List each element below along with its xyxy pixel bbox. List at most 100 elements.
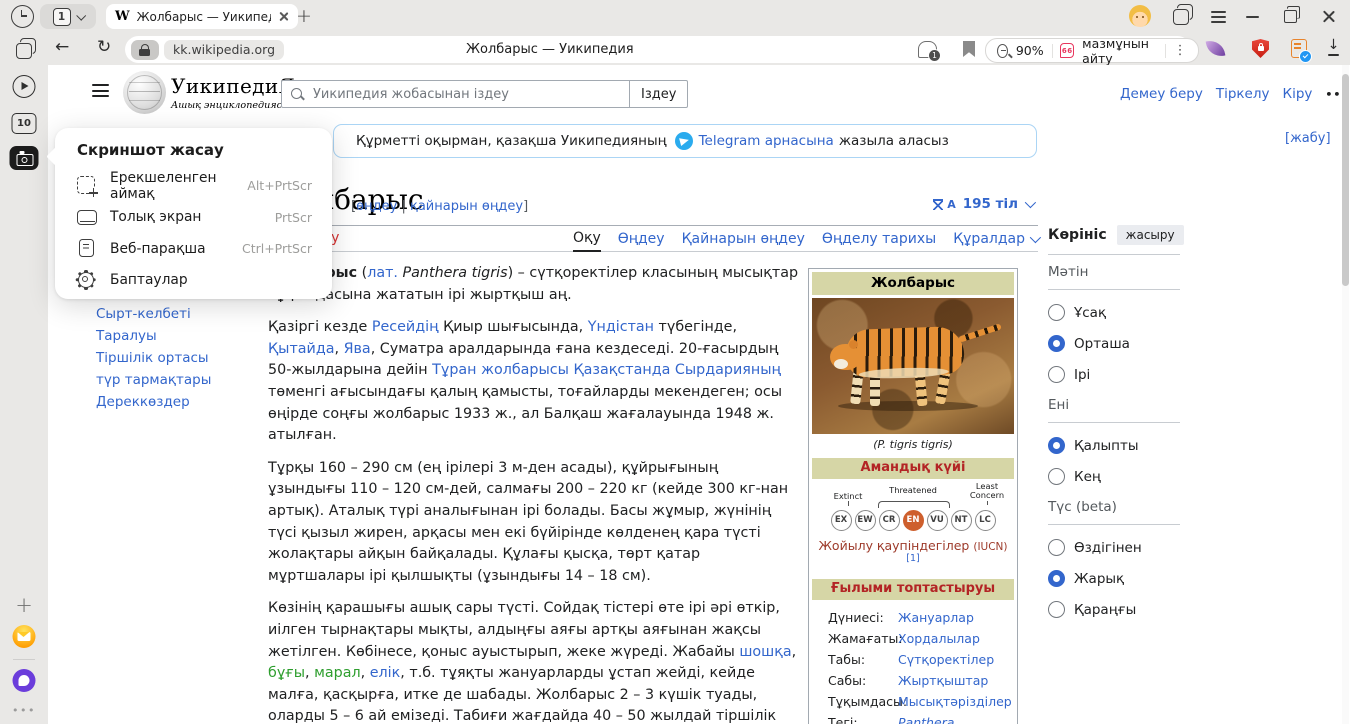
side-panel-icon[interactable]: [1173, 9, 1189, 25]
comments-icon[interactable]: 1: [918, 41, 937, 58]
active-tab[interactable]: W Жолбарыс — Уикипед: [106, 4, 298, 29]
close-window-button[interactable]: [1321, 9, 1336, 24]
status-link[interactable]: Жойылу қаупіндегілер: [818, 538, 969, 553]
page-scrollbar[interactable]: [1342, 65, 1349, 724]
read-aloud-icon[interactable]: 66: [1060, 43, 1074, 58]
downloads-icon[interactable]: ↓: [1326, 38, 1341, 58]
radio-icon[interactable]: [1048, 468, 1065, 485]
bookmark-icon[interactable]: [963, 41, 975, 57]
radio-selected-icon[interactable]: [1048, 437, 1065, 454]
browser-menu-icon[interactable]: [1211, 11, 1226, 26]
tab-edit-source[interactable]: Қайнарын өңдеу: [682, 231, 805, 247]
alice-assistant-icon[interactable]: [13, 669, 36, 692]
taxon-link[interactable]: Panthera: [898, 712, 954, 724]
minimize-button[interactable]: [1246, 16, 1259, 18]
menu-item-settings[interactable]: Баптаулар: [77, 265, 312, 297]
taxon-link[interactable]: Жыртқыштар: [898, 670, 988, 691]
menu-item-selected-area[interactable]: Ерекшеленген аймақ Alt+PrtScr: [77, 170, 312, 202]
new-tab-button[interactable]: +: [291, 3, 317, 29]
radio-selected-icon[interactable]: [1048, 570, 1065, 587]
article-link[interactable]: шошқа: [739, 644, 791, 660]
article-link[interactable]: Сырдарияның: [675, 362, 781, 378]
profile-avatar[interactable]: [1129, 5, 1151, 27]
login-link[interactable]: Кіру: [1282, 86, 1312, 102]
toc-item[interactable]: Дереккөздер: [96, 391, 211, 413]
register-link[interactable]: Тіркелу: [1216, 86, 1270, 102]
zoom-out-icon[interactable]: [997, 44, 1008, 58]
radio-option[interactable]: Орташа: [1048, 335, 1180, 352]
radio-option[interactable]: Қалыпты: [1048, 437, 1180, 454]
article-link[interactable]: Қытайда: [268, 341, 334, 357]
appearance-hide-button[interactable]: жасыру: [1117, 225, 1184, 245]
radio-icon[interactable]: [1048, 366, 1065, 383]
radio-option[interactable]: Кең: [1048, 468, 1180, 485]
tab-tools[interactable]: Құралдар: [953, 231, 1038, 247]
radio-selected-icon[interactable]: [1048, 335, 1065, 352]
scrollbar-thumb[interactable]: [1342, 74, 1349, 286]
radio-option[interactable]: Ұсақ: [1048, 304, 1180, 321]
language-selector[interactable]: A 195 тіл: [932, 196, 1033, 212]
wiki-menu-icon[interactable]: [92, 84, 109, 101]
back-icon[interactable]: ←: [55, 37, 69, 57]
radio-icon[interactable]: [1048, 601, 1065, 618]
tab-close-icon[interactable]: [278, 11, 289, 22]
menu-item-full-screen[interactable]: Толық экран PrtScr: [77, 202, 312, 234]
toc-item[interactable]: Тіршілік ортасы: [96, 347, 211, 369]
extension-feather-icon[interactable]: [1206, 39, 1226, 59]
article-link[interactable]: Үндістан: [588, 319, 654, 335]
menu-item-web-page[interactable]: Веб-парақша Ctrl+PrtScr: [77, 233, 312, 265]
taxon-link[interactable]: Жануарлар: [898, 607, 974, 628]
edit-link[interactable]: өңдеу: [356, 199, 397, 214]
toc-item[interactable]: Таралуы: [96, 325, 211, 347]
tab-history[interactable]: Өңделу тарихы: [822, 231, 936, 247]
article-link[interactable]: Тұран жолбарысы: [432, 362, 569, 378]
rail-more-icon[interactable]: •••: [12, 704, 36, 717]
url-text[interactable]: kk.wikipedia.org: [164, 40, 284, 60]
article-link[interactable]: Ресейдің: [372, 319, 439, 335]
tab-counter[interactable]: 1: [40, 4, 96, 29]
restore-window-button[interactable]: [1284, 10, 1297, 23]
article-link[interactable]: марал: [314, 665, 361, 681]
wikipedia-wordmark[interactable]: УикипедиЯ Ашық энциклопедиясы: [171, 74, 295, 111]
toc-item[interactable]: Сырт-келбеті: [96, 303, 211, 325]
taxon-link[interactable]: Хордалылар: [898, 628, 980, 649]
tab-edit[interactable]: Өңдеу: [618, 231, 665, 247]
article-link[interactable]: бұғы: [268, 665, 305, 681]
edit-source-link[interactable]: қайнарын өңдеу: [410, 199, 523, 214]
wikipedia-logo-globe[interactable]: [123, 71, 166, 114]
telegram-channel-link[interactable]: Telegram арнасына: [699, 133, 834, 149]
tiger-photo[interactable]: [812, 298, 1014, 434]
zoom-level[interactable]: 90%: [1016, 43, 1044, 58]
article-link[interactable]: лат.: [367, 265, 398, 281]
article-link[interactable]: елік: [370, 665, 401, 681]
more-options-icon[interactable]: ⋮: [1174, 44, 1187, 57]
search-button[interactable]: Іздеу: [629, 80, 688, 108]
donate-link[interactable]: Демеу беру: [1120, 86, 1203, 102]
status-reference[interactable]: [1]: [906, 553, 919, 564]
banner-close-link[interactable]: [жабу]: [1285, 131, 1331, 146]
panels-icon[interactable]: [16, 43, 32, 59]
radio-icon[interactable]: [1048, 539, 1065, 556]
media-play-icon[interactable]: [13, 75, 36, 98]
search-input[interactable]: [281, 80, 630, 108]
radio-option[interactable]: Өздігінен: [1048, 539, 1180, 556]
article-link[interactable]: Ява: [344, 341, 371, 357]
radio-option[interactable]: Ірі: [1048, 366, 1180, 383]
article-link[interactable]: Қазақстанда: [573, 362, 670, 378]
extension-shield-lock-icon[interactable]: [1252, 39, 1269, 58]
counter-badge-icon[interactable]: 10: [12, 113, 37, 134]
rail-add-button[interactable]: +: [15, 593, 33, 617]
toc-item[interactable]: түр тармақтары: [96, 369, 211, 391]
radio-option[interactable]: Жарық: [1048, 570, 1180, 587]
radio-option[interactable]: Қараңғы: [1048, 601, 1180, 618]
tab-read[interactable]: Оқу: [573, 226, 601, 252]
history-clock-icon[interactable]: [11, 5, 34, 28]
extension-document-check-icon[interactable]: [1291, 39, 1307, 58]
read-aloud-label[interactable]: мазмұнын айту: [1082, 36, 1157, 66]
lock-icon[interactable]: [131, 40, 159, 60]
taxon-link[interactable]: Сүтқоректілер: [898, 649, 994, 670]
reload-icon[interactable]: ↻: [97, 37, 111, 57]
radio-icon[interactable]: [1048, 304, 1065, 321]
omnibox[interactable]: kk.wikipedia.org Жолбарыс — Уикипедия 1 …: [125, 36, 1191, 63]
mail-icon[interactable]: [13, 625, 36, 648]
